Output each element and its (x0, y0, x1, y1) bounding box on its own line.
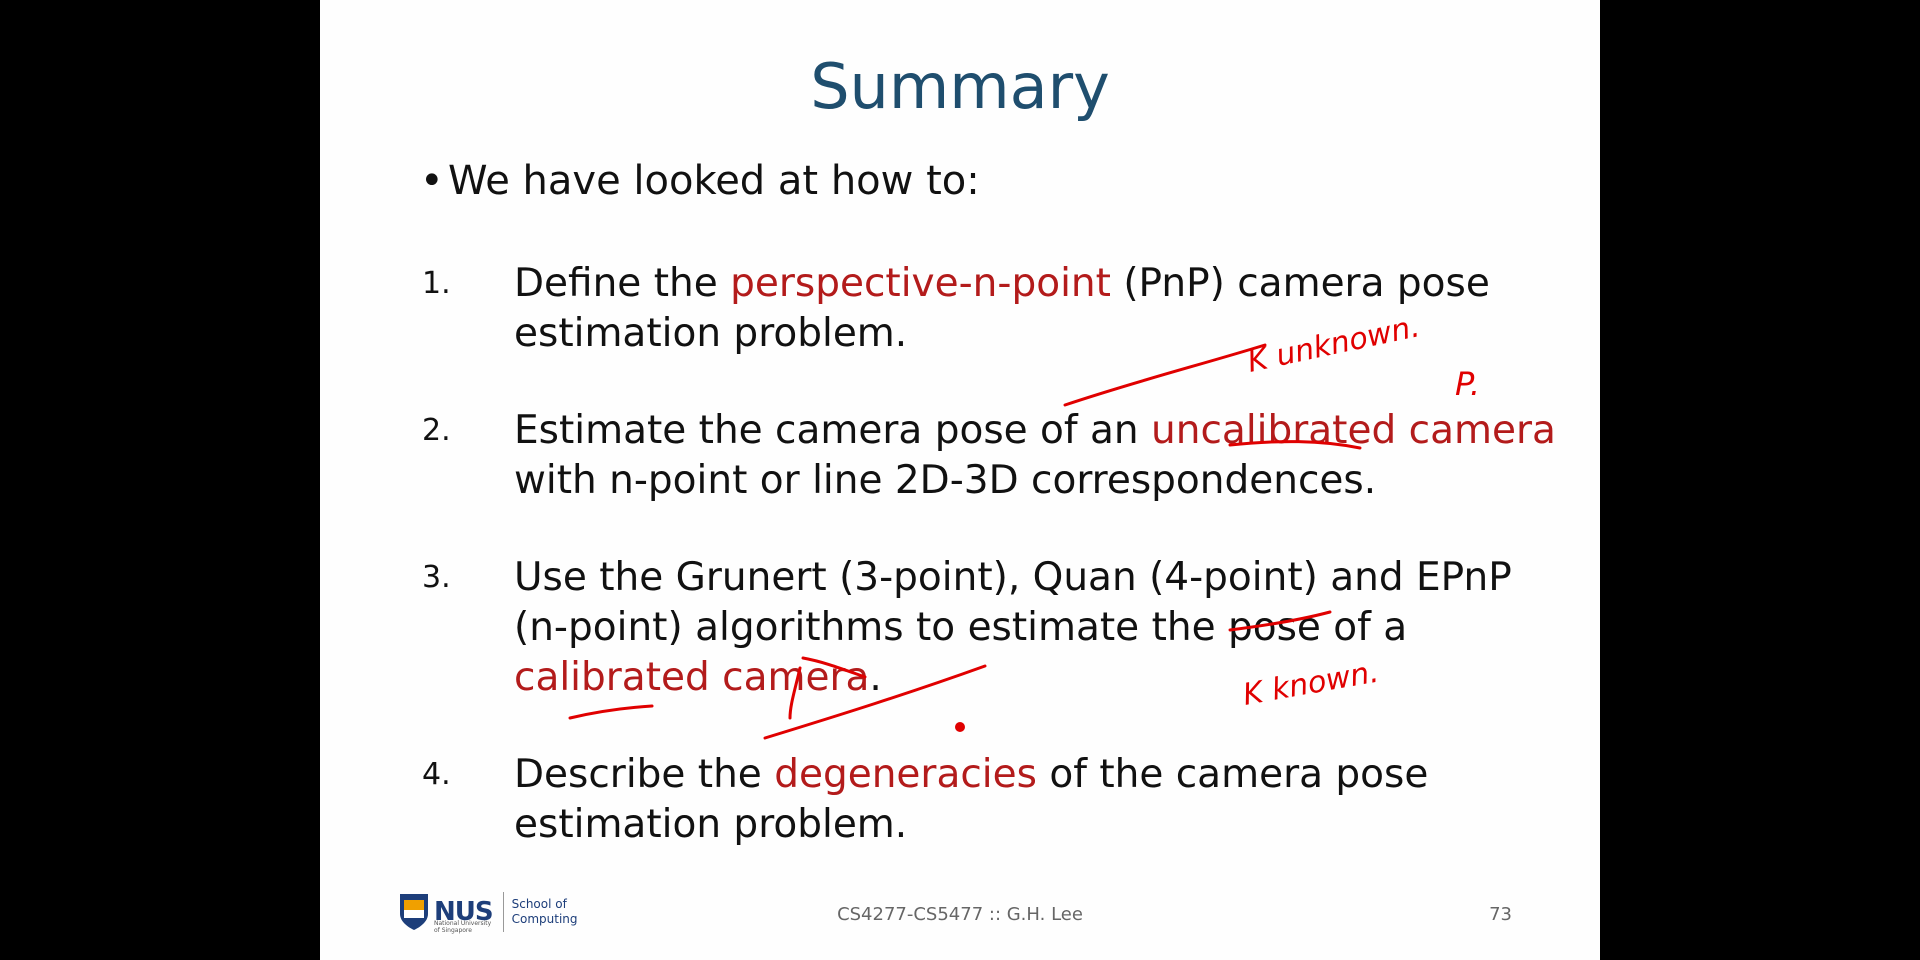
list-item-number: 1. (422, 266, 451, 301)
highlight-term: perspective-n-point (730, 261, 1111, 306)
laser-pointer-icon (955, 722, 965, 732)
annotation-p: P. (1455, 365, 1480, 403)
list-item-text: Use the Grunert (3-point), Quan (4-point… (514, 553, 1574, 703)
text-span: Describe the (514, 752, 775, 797)
list-item-text: Describe the degeneracies of the camera … (514, 750, 1574, 850)
slide-title: Summary (810, 50, 1110, 123)
list-item-number: 4. (422, 757, 451, 792)
intro-bullet-text: We have looked at how to: (448, 158, 980, 204)
bullet-dot-icon: • (420, 158, 444, 204)
text-span: Use the Grunert (3-point), Quan (4-point… (514, 555, 1512, 650)
list-item-number: 2. (422, 413, 451, 448)
list-item-text: Estimate the camera pose of an uncalibra… (514, 406, 1574, 506)
page-number: 73 (1489, 904, 1512, 925)
underline-stroke (568, 704, 654, 720)
highlight-term: degeneracies (774, 752, 1037, 797)
footer-course: CS4277-CS5477 :: G.H. Lee (837, 904, 1083, 925)
intro-bullet: • We have looked at how to: (420, 158, 980, 204)
highlight-term: calibrated camera (514, 655, 870, 700)
text-span: Define the (514, 261, 731, 306)
highlight-term: uncalibrated camera (1151, 408, 1556, 453)
list-item-number: 3. (422, 560, 451, 595)
text-span: with n-point or line 2D-3D correspondenc… (514, 458, 1377, 503)
list-item-text: Define the perspective-n-point (PnP) cam… (514, 259, 1574, 359)
text-span: Estimate the camera pose of an (514, 408, 1152, 453)
text-span: . (869, 655, 882, 700)
slide: Summary • We have looked at how to: 1. De… (320, 0, 1600, 960)
